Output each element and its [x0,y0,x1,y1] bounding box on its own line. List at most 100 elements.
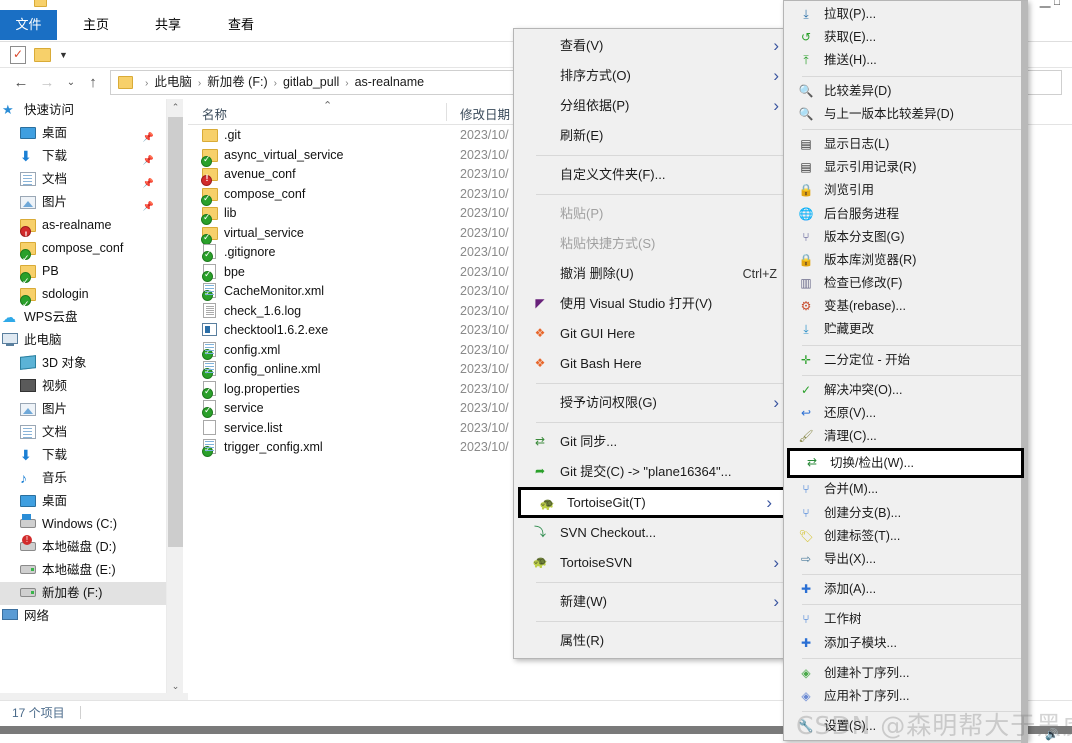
sidebar-item-21[interactable]: 新加卷 (F:) [0,582,166,605]
context-menu-item-24[interactable]: 属性(R) [514,626,793,656]
sidebar-item-20[interactable]: 本地磁盘 (E:) [0,559,166,582]
submenu-item-2[interactable]: ⤒ 推送(H)... [784,49,1027,72]
sidebar-item-13[interactable]: 图片 [0,398,166,421]
context-menu-item-19[interactable]: ⤵ SVN Checkout... [514,518,793,548]
sidebar-item-4[interactable]: 图片 📌 [0,191,166,214]
submenu-item-33[interactable]: ◈ 创建补丁序列... [784,662,1027,685]
sidebar-item-19[interactable]: 本地磁盘 (D:) [0,535,166,559]
context-menu-item-3[interactable]: 刷新(E) [514,121,793,151]
submenu-item-34[interactable]: ◈ 应用补丁序列... [784,685,1027,708]
context-menu-item-0[interactable]: 查看(V) › [514,31,793,61]
sidebar-item-7[interactable]: PB [0,260,166,293]
submenu-item-20[interactable]: ↩ 还原(V)... [784,402,1027,425]
sidebar-item-22[interactable]: 网络 [0,605,166,628]
submenu-item-11[interactable]: ⑂ 版本分支图(G) [784,226,1027,249]
context-menu-item-16[interactable]: ⇄ Git 同步... [514,427,793,457]
submenu-item-12[interactable]: 🔒 版本库浏览器(R) [784,249,1027,272]
context-menu-item-10[interactable]: ◤ 使用 Visual Studio 打开(V) [514,289,793,319]
navigation-pane[interactable]: ★快速访问桌面📌⬇下载📌文档📌图片📌 as-realname compose_con… [0,99,166,695]
context-menu-item-1[interactable]: 排序方式(O) › [514,61,793,91]
sidebar-item-11[interactable]: 3D 对象 [0,352,166,375]
up-button[interactable]: ↑ [82,72,104,94]
submenu-item-13[interactable]: ▥ 检查已修改(F) [784,272,1027,295]
submenu-item-5[interactable]: 🔍 与上一版本比较差异(D) [784,103,1027,126]
breadcrumb-item-2[interactable]: gitlab_pull [283,75,339,89]
column-header-name[interactable]: 名称 [202,104,227,123]
window-minimize-button[interactable]: ⎽ ⎕ [1038,0,1062,8]
recent-locations-button[interactable]: ⌄ [60,72,82,94]
sidebar-item-label: 桌面 [42,126,68,140]
column-divider[interactable] [446,103,447,121]
sidebar-item-1[interactable]: 桌面 📌 [0,122,166,145]
context-menu-item-14[interactable]: 授予访问权限(G) › [514,388,793,418]
submenu-item-24[interactable]: ⑂ 创建分支(B)... [784,502,1027,525]
submenu-item-21[interactable]: 🖌 清理(C)... [784,425,1027,448]
context-menu-item-17[interactable]: ➦ Git 提交(C) -> "plane16364"... [514,457,793,487]
context-menu-item-18[interactable]: 🐢 TortoiseGit(T) › [518,487,789,518]
ribbon-tab-3[interactable]: 查看 [213,10,269,40]
ribbon-tab-1[interactable]: 主页 [68,10,124,40]
context-menu-item-8[interactable]: 粘贴快捷方式(S) [514,229,793,259]
submenu-item-17[interactable]: ✛ 二分定位 - 开始 [784,349,1027,372]
context-menu-item-20[interactable]: 🐢 TortoiseSVN › [514,548,793,578]
ribbon-tab-0[interactable]: 文件 [0,10,57,40]
horizontal-scrollbar[interactable] [0,693,188,700]
sidebar-item-label: as-realname [42,218,112,232]
context-menu-item-22[interactable]: 新建(W) › [514,587,793,617]
navigation-scrollbar[interactable]: ⌃ ⌄ [166,99,183,695]
breadcrumb-item-1[interactable]: 新加卷 (F:) [207,75,267,89]
submenu-item-7[interactable]: ▤ 显示日志(L) [784,133,1027,156]
submenu-item-28[interactable]: ✚ 添加(A)... [784,578,1027,601]
scrollbar-thumb[interactable] [168,117,183,547]
breadcrumb[interactable]: › 此电脑 › 新加卷 (F:) › gitlab_pull › as-realname [139,71,424,94]
sidebar-item-2[interactable]: ⬇ 下载 📌 [0,145,166,168]
sidebar-item-10[interactable]: 此电脑 [0,329,166,352]
submenu-item-31[interactable]: ✚ 添加子模块... [784,632,1027,655]
submenu-item-14[interactable]: ⚙ 变基(rebase)... [784,295,1027,318]
breadcrumb-item-3[interactable]: as-realname [355,75,424,89]
sidebar-item-5[interactable]: as-realname [0,214,166,247]
sidebar-item-0[interactable]: ★ 快速访问 [0,99,166,122]
properties-icon[interactable] [10,46,26,64]
submenu-item-0[interactable]: ⤓ 拉取(P)... [784,3,1027,26]
sidebar-item-16[interactable]: ♪ 音乐 [0,467,166,490]
new-folder-icon[interactable] [34,48,51,62]
context-menu-item-7[interactable]: 粘贴(P) [514,199,793,229]
submenu-item-23[interactable]: ⑂ 合并(M)... [784,478,1027,501]
context-menu-item-5[interactable]: 自定义文件夹(F)... [514,160,793,190]
context-menu-item-2[interactable]: 分组依据(P) › [514,91,793,121]
scroll-up-icon[interactable]: ⌃ [167,99,184,116]
sidebar-item-8[interactable]: sdologin [0,283,166,316]
tortoisegit-submenu[interactable]: ⤓ 拉取(P)... ↺ 获取(E)... ⤒ 推送(H)... 🔍 比较差异(D) 🔍 与上一版… [783,0,1028,743]
submenu-item-15[interactable]: ⤓ 贮藏更改 [784,318,1027,341]
sidebar-item-18[interactable]: Windows (C:) [0,513,166,536]
submenu-item-9[interactable]: 🔒 浏览引用 [784,179,1027,202]
submenu-item-1[interactable]: ↺ 获取(E)... [784,26,1027,49]
submenu-item-19[interactable]: ✓ 解决冲突(O)... [784,379,1027,402]
submenu-item-4[interactable]: 🔍 比较差异(D) [784,80,1027,103]
sidebar-item-12[interactable]: 视频 [0,375,166,398]
sidebar-item-6[interactable]: compose_conf [0,237,166,270]
sidebar-item-15[interactable]: ⬇ 下载 [0,444,166,467]
forward-button[interactable]: → [36,72,58,94]
submenu-item-10[interactable]: 🌐 后台服务进程 [784,203,1027,226]
file-name: service [224,401,264,415]
column-header-date[interactable]: 修改日期 [460,104,510,123]
submenu-item-22[interactable]: ⇄ 切换/检出(W)... [787,448,1024,479]
back-button[interactable]: ← [10,72,32,94]
sidebar-item-9[interactable]: ☁ WPS云盘 [0,306,166,329]
context-menu[interactable]: 查看(V) › 排序方式(O) › 分组依据(P) › 刷新(E) 自定义文件夹(F)... 粘… [513,28,794,659]
context-menu-item-12[interactable]: ❖ Git Bash Here [514,349,793,379]
qat-dropdown-icon[interactable]: ▼ [59,50,68,60]
sidebar-item-17[interactable]: 桌面 [0,490,166,513]
breadcrumb-item-0[interactable]: 此电脑 [154,75,192,89]
submenu-item-26[interactable]: ⇨ 导出(X)... [784,548,1027,571]
submenu-item-25[interactable]: 🏷 创建标签(T)... [784,525,1027,548]
submenu-item-30[interactable]: ⑂ 工作树 [784,608,1027,631]
ribbon-tab-2[interactable]: 共享 [140,10,196,40]
context-menu-item-9[interactable]: 撤消 删除(U) Ctrl+Z [514,259,793,289]
sidebar-item-14[interactable]: 文档 [0,421,166,444]
submenu-item-8[interactable]: ▤ 显示引用记录(R) [784,156,1027,179]
context-menu-item-11[interactable]: ❖ Git GUI Here [514,319,793,349]
sidebar-item-3[interactable]: 文档 📌 [0,168,166,191]
